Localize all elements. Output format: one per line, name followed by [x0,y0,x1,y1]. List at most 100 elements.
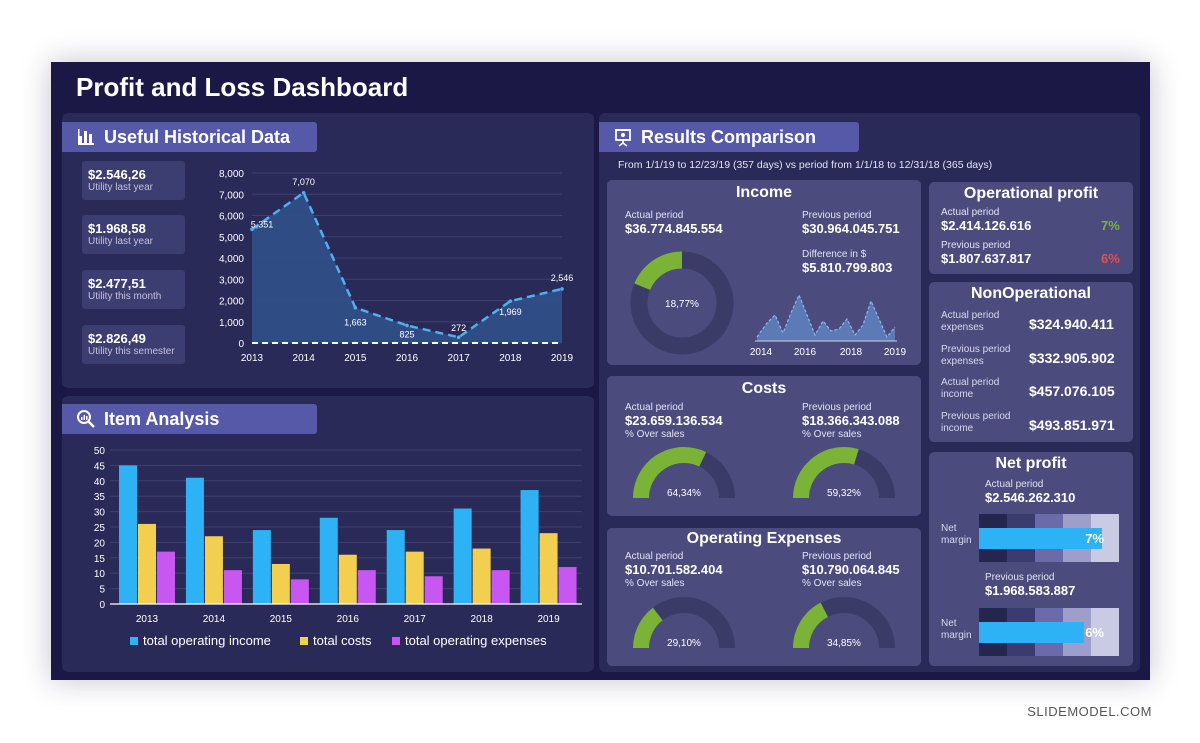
y-tick-label: 0 [238,339,244,350]
magnifier-chart-icon [77,410,95,428]
gauge-label: 34,85% [827,638,861,649]
net-profit-title: Net profit [995,455,1067,472]
nonop-row-label: Previous period expenses [941,344,1011,367]
income-donut-chart: 18,77% [630,251,734,355]
nonop-row-label: Previous period income [941,411,1011,434]
historical-panel: Useful Historical Data $2.546,26 Utility… [62,113,594,388]
gauge-label: 29,10% [667,638,701,649]
gauge-fill [633,607,663,649]
opex-previous-gauge: 34,85% [793,597,895,649]
data-point [456,335,461,340]
costs-actual-sub: % Over sales [625,429,685,440]
y-tick-label: 50 [94,446,106,457]
net-profit-card: Net profit Actual period $2.546.262.310 … [929,452,1133,666]
data-label: 5,351 [251,219,274,229]
y-tick-label: 8,000 [219,169,244,180]
item-analysis-header-label: Item Analysis [104,408,220,429]
opex-actual-sub: % Over sales [625,578,685,589]
results-header-label: Results Comparison [641,126,817,147]
kpi-value: $2.477,51 [88,276,146,291]
bar [157,551,175,604]
x-tick-label: 2014 [750,347,773,358]
kpi-label: Utility this semester [88,346,175,357]
income-previous-value: $30.964.045.751 [802,221,900,236]
opex-card: Operating Expenses Actual period $10.701… [607,528,921,666]
income-difference-value: $5.810.799.803 [802,260,893,275]
nonop-row-value: $457.076.105 [1029,383,1115,399]
item-analysis-panel: Item Analysis 0 5 10 15 20 25 30 35 40 45 50 2013 20… [62,396,594,672]
income-sparkline: 2014 2016 2018 2019 [750,293,907,358]
x-tick-label: 2013 [241,353,264,364]
bar [223,570,242,604]
opex-actual-gauge: 29,10% [633,597,735,649]
y-tick-label: 45 [94,461,106,472]
bar [520,490,539,604]
nonop-row-value: $324.940.411 [1029,316,1114,332]
historical-area-chart: 0 1,000 2,000 3,000 4,000 5,000 6,000 7,000 8,00… [219,169,574,364]
np-actual-label: Actual period [985,479,1044,490]
results-header: Results Comparison [599,122,859,152]
presentation-icon [615,129,631,147]
x-tick-label: 2016 [396,353,419,364]
income-previous-label: Previous period [802,210,872,221]
kpi-label: Utility this month [88,291,162,302]
y-tick-label: 2,000 [219,297,244,308]
y-tick-label: 6,000 [219,212,244,223]
legend-swatch [130,637,138,645]
data-point [353,305,358,310]
historical-header-label: Useful Historical Data [104,126,291,147]
kpi-label: Utility last year [88,236,154,247]
x-tick-label: 2014 [293,353,316,364]
bar [558,567,577,604]
period-text: From 1/1/19 to 12/23/19 (357 days) vs pe… [618,159,993,171]
bar [252,530,271,604]
gauge-label: 59,32% [827,488,861,499]
costs-title: Costs [741,380,787,397]
costs-previous-value: $18.366.343.088 [802,413,900,428]
y-tick-label: 35 [94,492,106,503]
kpi-value: $2.826,49 [88,331,146,346]
op-actual-label: Actual period [941,207,1000,218]
operational-profit-card: Operational profit Actual period $2.414.… [929,182,1133,274]
data-label: 825 [399,329,414,339]
operational-profit-title: Operational profit [963,185,1099,202]
historical-header: Useful Historical Data [62,122,317,152]
nonop-row-label: Actual period expenses [941,310,1000,333]
legend-label: total operating income [143,633,271,648]
x-tick-label: 2015 [270,614,293,625]
legend-label: total operating expenses [405,633,547,648]
nonop-row-value: $493.851.971 [1029,417,1115,433]
y-tick-label: 3,000 [219,275,244,286]
net-margin-bullet: 7% [979,514,1119,562]
bar [185,477,204,604]
costs-actual-value: $23.659.136.534 [625,413,723,428]
x-tick-label: 2017 [404,614,427,625]
op-previous-label: Previous period [941,240,1011,251]
y-tick-label: 5 [99,585,105,596]
bar-chart-icon [78,129,94,145]
bar [338,554,357,604]
footer-brand: SLIDEMODEL.COM [1027,704,1152,719]
y-tick-label: 4,000 [219,254,244,265]
bar [290,579,309,604]
item-analysis-header: Item Analysis [62,404,317,434]
nonop-row-label: Actual period income [941,377,1000,400]
nonop-row-value: $332.905.902 [1029,350,1115,366]
opex-actual-label: Actual period [625,551,684,562]
legend-swatch [300,637,308,645]
x-tick-label: 2016 [337,614,360,625]
bar [405,551,424,604]
item-analysis-bar-chart: 0 5 10 15 20 25 30 35 40 45 50 2013 2014 2015 2016 2017… [94,446,582,648]
np-margin-label: Net margin [941,523,972,546]
bar [138,523,156,604]
bar [357,570,376,604]
gauge-label: 64,34% [667,488,701,499]
op-actual-value: $2.414.126.616 [941,218,1032,233]
bar [539,533,558,604]
costs-previous-label: Previous period [802,402,872,413]
net-margin-actual-value: 7% [1085,531,1104,546]
sparkline-area [757,295,895,341]
y-tick-label: 40 [94,477,106,488]
legend-label: total costs [313,633,372,648]
income-actual-value: $36.774.845.554 [625,221,723,236]
